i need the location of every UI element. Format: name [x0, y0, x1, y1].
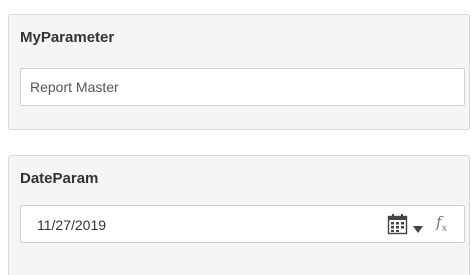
dropdown-caret-icon[interactable] [413, 221, 423, 233]
parameter-title: MyParameter [20, 29, 115, 46]
dateparam-field[interactable]: 11/27/2019 fx [20, 205, 465, 243]
date-value[interactable]: 11/27/2019 [37, 217, 106, 233]
parameter-title: DateParam [20, 170, 99, 187]
calendar-icon[interactable] [387, 213, 408, 235]
parameter-panel-dateparam: DateParam 11/27/2019 fx [8, 155, 470, 275]
parameter-panel-myparameter: MyParameter [8, 14, 470, 130]
parameter-field [20, 68, 465, 106]
function-fx-icon[interactable]: fx [436, 213, 447, 234]
myparameter-input[interactable] [21, 69, 464, 105]
